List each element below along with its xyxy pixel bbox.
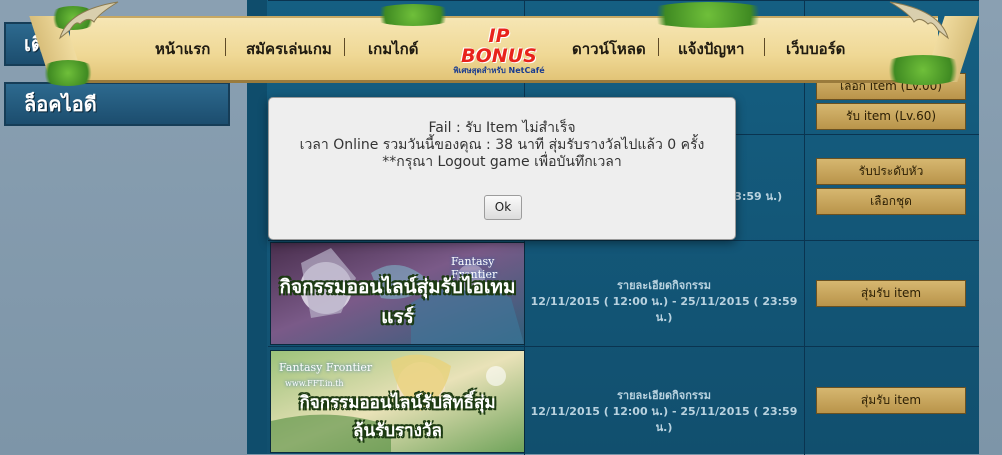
nav-home[interactable]: หน้าแรก xyxy=(155,37,210,61)
ip-bonus-title: IP BONUS xyxy=(461,25,537,67)
event-detail-label[interactable]: รายละเอียดกิจกรรม xyxy=(526,278,802,294)
ok-button[interactable]: Ok xyxy=(484,195,522,220)
random-item-label: สุ่มรับ item xyxy=(860,393,922,407)
lock-id-button-label: ล็อคไอดี xyxy=(24,92,97,116)
leaf-decoration xyxy=(368,4,458,26)
alert-dialog: Fail : รับ Item ไม่สำเร็จ เวลา Online รว… xyxy=(268,97,736,240)
nav-separator xyxy=(225,38,226,56)
alert-line-3: **กรุณา Logout game เพื่อบันทึกเวลา xyxy=(382,154,622,170)
event-detail: รายละเอียดกิจกรรม 12/11/2015 ( 12:00 น.)… xyxy=(526,278,802,326)
nav-report-problem[interactable]: แจ้งปัญหา xyxy=(678,37,744,61)
leaf-decoration xyxy=(878,55,968,85)
top-navigation: หน้าแรก สมัครเล่นเกม เกมไกด์ IP BONUS พิ… xyxy=(38,0,970,88)
random-item-label: สุ่มรับ item xyxy=(860,286,922,300)
lock-id-button[interactable]: ล็อคไอดี xyxy=(4,82,230,126)
select-outfit-button[interactable]: เลือกชุด xyxy=(816,188,966,215)
ip-bonus-subtitle: พิเศษสุดสำหรับ NetCafé xyxy=(453,66,545,75)
get-headgear-button[interactable]: รับประดับหัว xyxy=(816,158,966,185)
banner-caption: กิจกรรมออนไลน์สุ่มรับไอเทมแรร์ xyxy=(279,276,516,328)
event-detail: รายละเอียดกิจกรรม 12/11/2015 ( 12:00 น.)… xyxy=(526,388,802,436)
select-outfit-label: เลือกชุด xyxy=(870,194,912,208)
nav-register[interactable]: สมัครเล่นเกม xyxy=(246,37,332,61)
banner-logo: Fantasy Frontier xyxy=(279,361,373,374)
leaf-decoration xyxy=(38,60,98,86)
alert-line-1: Fail : รับ Item ไม่สำเร็จ xyxy=(428,120,576,136)
nav-separator xyxy=(344,38,345,56)
nav-separator xyxy=(658,38,659,56)
get-item-lv60-label: รับ item (Lv.60) xyxy=(845,109,937,123)
event-banner-rare-item[interactable]: Fantasy Frontier กิจกรรมออนไลน์สุ่มรับไอ… xyxy=(270,242,525,345)
random-item-button[interactable]: สุ่มรับ item xyxy=(816,387,966,414)
right-wing-ornament xyxy=(889,1,949,40)
random-item-button[interactable]: สุ่มรับ item xyxy=(816,280,966,307)
right-margin xyxy=(979,0,1002,454)
nav-game-guide[interactable]: เกมไกด์ xyxy=(368,37,418,61)
banner-url: www.FFT.in.th xyxy=(285,379,344,388)
get-headgear-label: รับประดับหัว xyxy=(858,164,924,178)
event-dates: 12/11/2015 ( 12:00 น.) - 25/11/2015 ( 23… xyxy=(530,295,798,324)
nav-webboard[interactable]: เว็บบอร์ด xyxy=(786,37,845,61)
nav-download[interactable]: ดาวน์โหลด xyxy=(572,37,646,61)
nav-separator xyxy=(764,38,765,56)
get-item-lv60-button[interactable]: รับ item (Lv.60) xyxy=(816,103,966,130)
event-detail-label[interactable]: รายละเอียดกิจกรรม xyxy=(526,388,802,404)
alert-line-2: เวลา Online รวมวันนี้ของคุณ : 38 นาที สุ… xyxy=(299,137,705,153)
banner-caption-line1: กิจกรรมออนไลน์รับสิทธิ์สุ่ม xyxy=(299,393,496,413)
leaf-decoration xyxy=(638,2,778,28)
left-wing-ornament xyxy=(59,1,119,40)
alert-message: Fail : รับ Item ไม่สำเร็จ เวลา Online รว… xyxy=(269,120,735,171)
event-dates: 12/11/2015 ( 12:00 น.) - 25/11/2015 ( 23… xyxy=(530,405,798,434)
event-banner-random-reward[interactable]: Fantasy Frontier www.FFT.in.th กิจกรรมออ… xyxy=(270,350,525,453)
banner-caption-line2: ลุ้นรับรางวัล xyxy=(353,421,442,441)
ip-bonus-logo[interactable]: IP BONUS พิเศษสุดสำหรับ NetCafé xyxy=(449,26,549,76)
